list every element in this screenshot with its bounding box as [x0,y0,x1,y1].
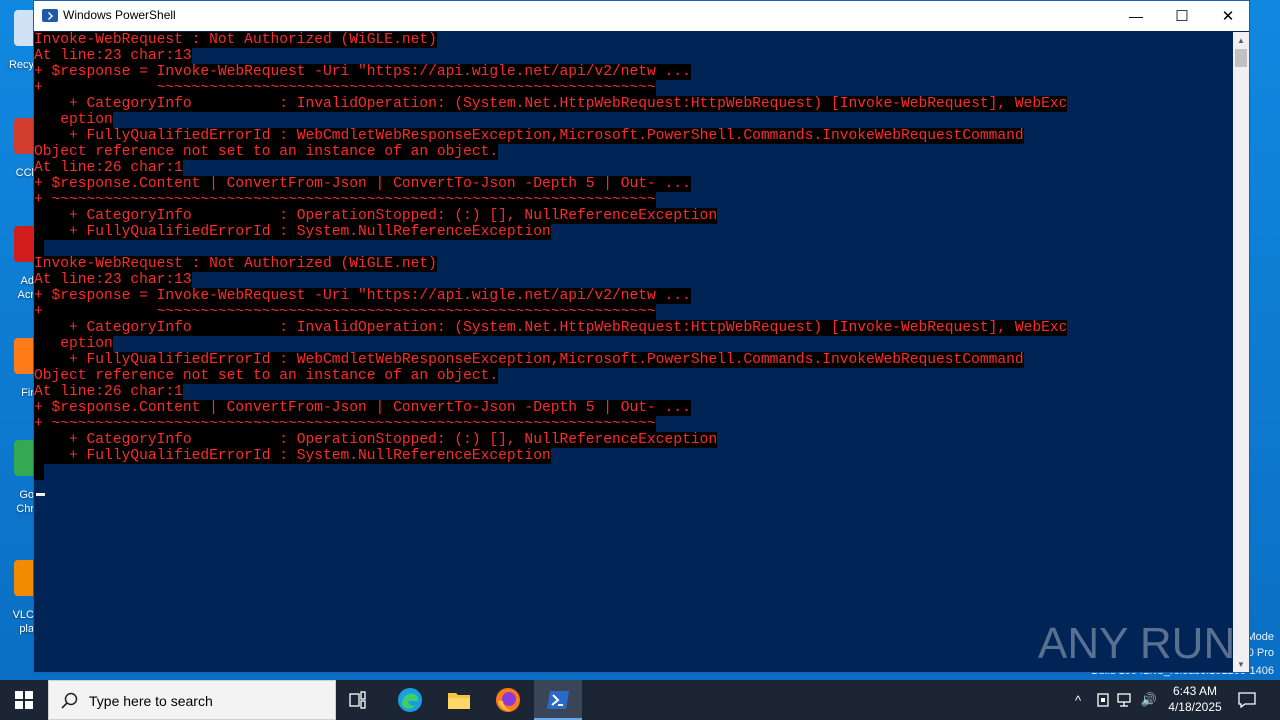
desktop-icon-label: Fir [21,387,34,399]
search-icon [61,692,78,709]
clock-date: 4/18/2025 [1168,700,1222,714]
anyrun-watermark: ANY RUN [1038,619,1235,668]
console-line [34,240,44,256]
recycle-bin-icon [14,10,34,46]
console-line: + $response.Content | ConvertFrom-Json |… [34,400,691,416]
desktop-icon-recycle-bin[interactable] [0,10,34,54]
taskbar-clock[interactable]: 6:43 AM 4/18/2025 [1158,680,1232,720]
edge-icon [398,688,422,712]
console-line: + CategoryInfo : InvalidOperation: (Syst… [34,320,1068,336]
console-line: + CategoryInfo : InvalidOperation: (Syst… [34,96,1068,112]
desktop-icon-label: Ad [20,275,34,287]
console-line: Invoke-WebRequest : Not Authorized (WiGL… [34,32,437,48]
console-line: + $response.Content | ConvertFrom-Json |… [34,176,691,192]
search-placeholder: Type here to search [89,693,213,709]
taskbar-powershell[interactable] [534,680,582,720]
maximize-button[interactable]: ☐ [1159,1,1205,31]
desktop-icon-label: pla [19,623,34,635]
console-line: + FullyQualifiedErrorId : WebCmdletWebRe… [34,128,1024,144]
console-line: At line:26 char:1 [34,160,183,176]
console-line: At line:23 char:13 [34,272,192,288]
clock-time: 6:43 AM [1172,684,1218,698]
action-center-button[interactable] [1232,680,1262,720]
console-line: + FullyQualifiedErrorId : WebCmdletWebRe… [34,352,1024,368]
console-output[interactable]: Invoke-WebRequest : Not Authorized (WiGL… [34,32,1233,672]
desktop-icon-label: CCl [15,167,34,179]
console-line: + FullyQualifiedErrorId : System.NullRef… [34,224,551,240]
console-line [34,464,44,480]
tray-network[interactable] [1114,680,1138,720]
desktop-icon-label: Acr [17,289,35,301]
console-line: + CategoryInfo : OperationStopped: (:) [… [34,208,718,224]
console-line: Object reference not set to an instance … [34,144,499,160]
console-line: At line:26 char:1 [34,384,183,400]
console-line: + ~~~~~~~~~~~~~~~~~~~~~~~~~~~~~~~~~~~~~~… [34,416,656,432]
console-line: + ~~~~~~~~~~~~~~~~~~~~~~~~~~~~~~~~~~~~~~… [34,304,656,320]
taskbar-search-box[interactable]: Type here to search [48,680,336,720]
scroll-thumb[interactable] [1235,49,1247,67]
scroll-up-button[interactable]: ▲ [1233,32,1249,48]
taskbar-firefox[interactable] [484,680,532,720]
windows-logo-icon [15,691,33,709]
desktop-icon-vlc[interactable] [0,560,34,604]
network-icon [1117,693,1131,707]
desktop-icon-label: Go [19,489,34,501]
desktop-icon-chrome[interactable] [0,440,34,484]
start-button[interactable] [0,680,48,720]
chrome-icon [14,440,34,476]
console-line: Object reference not set to an instance … [34,368,499,384]
desktop-icon-firefox[interactable] [0,338,34,382]
task-view-icon [349,691,366,709]
desktop-icon-ccleaner[interactable] [0,118,34,162]
acrobat-icon [14,226,34,262]
windows-build-watermark: 0 Pro [1247,647,1274,659]
desktop-icon-label: Recy [8,59,34,71]
firefox-icon [14,338,34,374]
text-cursor [36,493,45,496]
desktop-icon-label: Chr [16,503,34,515]
console-line: + $response = Invoke-WebRequest -Uri "ht… [34,288,691,304]
taskbar: Type here to search ^ 🔊 6:43 AM 4/18/202… [0,680,1280,720]
desktop-icon-label: VLC [12,609,34,621]
minimize-button[interactable]: — [1113,1,1159,31]
vertical-scrollbar[interactable]: ▲ ▼ [1233,32,1249,672]
console-line: + $response = Invoke-WebRequest -Uri "ht… [34,64,691,80]
powershell-icon [547,691,569,709]
folder-icon [448,693,470,709]
taskbar-file-explorer[interactable] [435,680,483,720]
volume-icon[interactable]: 🔊 [1138,680,1160,720]
powershell-icon [42,9,58,22]
ccleaner-icon [14,118,34,154]
desktop-icon-acrobat[interactable] [0,226,34,270]
vlc-icon [14,560,34,596]
console-line: Invoke-WebRequest : Not Authorized (WiGL… [34,256,437,272]
console-line: + ~~~~~~~~~~~~~~~~~~~~~~~~~~~~~~~~~~~~~~… [34,192,656,208]
windows-build-watermark: Mode [1246,631,1274,643]
console-line: eption [34,112,113,128]
device-icon [1097,693,1109,707]
console-line: At line:23 char:13 [34,48,192,64]
notification-icon [1238,692,1256,708]
tray-chevron[interactable]: ^ [1068,680,1088,720]
anyrun-logo-text: ANY RUN [1038,619,1235,668]
firefox-icon [496,688,520,712]
window-title: Windows PowerShell [63,8,176,22]
console-line: + FullyQualifiedErrorId : System.NullRef… [34,448,551,464]
task-view-button[interactable] [336,680,384,720]
console-line: + CategoryInfo : OperationStopped: (:) [… [34,432,718,448]
tray-security[interactable] [1092,680,1114,720]
console-line: eption [34,336,113,352]
close-button[interactable]: ✕ [1205,1,1251,31]
title-bar[interactable]: Windows PowerShell — ☐ ✕ [34,1,1249,31]
powershell-window[interactable]: Windows PowerShell — ☐ ✕ Invoke-WebReque… [33,0,1250,673]
console-line: + ~~~~~~~~~~~~~~~~~~~~~~~~~~~~~~~~~~~~~~… [34,80,656,96]
taskbar-edge[interactable] [386,680,434,720]
